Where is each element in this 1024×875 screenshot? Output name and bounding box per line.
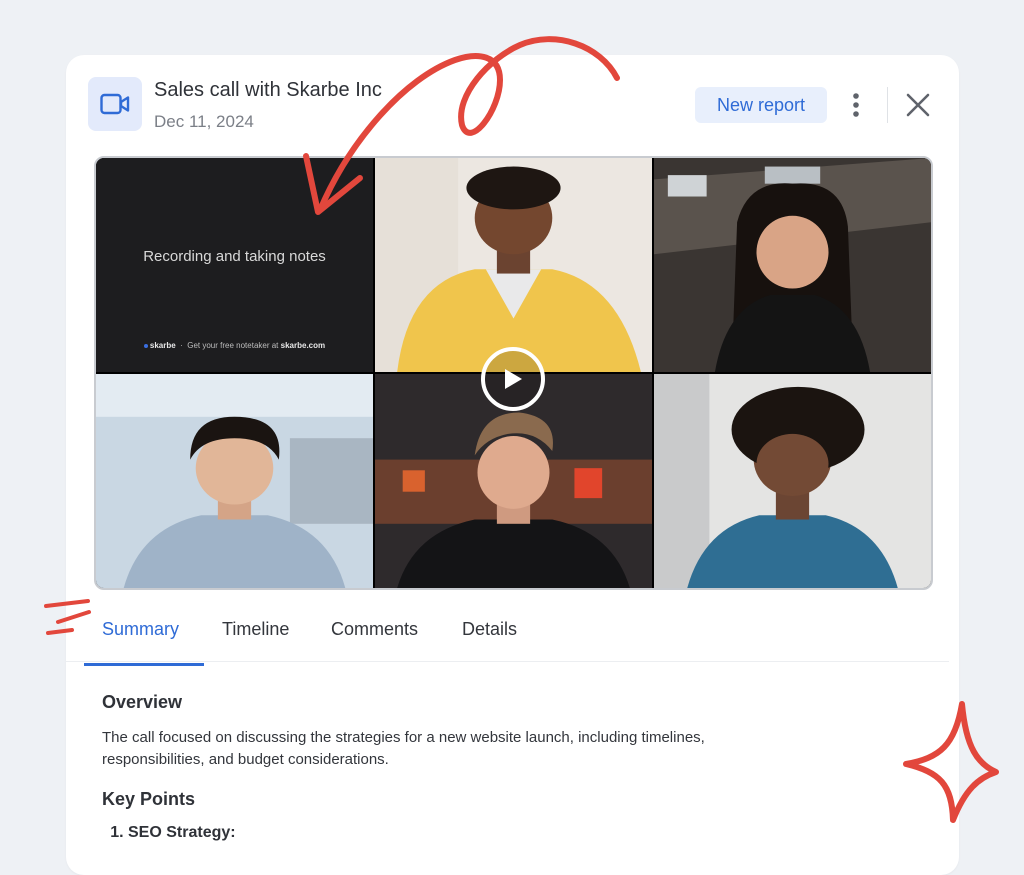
active-tab-indicator [84, 663, 204, 666]
video-tile-participant [375, 158, 652, 372]
video-player[interactable]: Recording and taking notes skarbe · Get … [94, 156, 933, 590]
slide-footer-site: skarbe.com [280, 341, 326, 350]
list-item: SEO Strategy: [128, 824, 802, 842]
video-tile-participant [96, 374, 373, 588]
new-report-button[interactable]: New report [695, 87, 827, 123]
tab-comments[interactable]: Comments [331, 619, 418, 640]
slide-text: Recording and taking notes [143, 248, 326, 265]
brand-dot-icon [143, 343, 148, 348]
key-points-heading: Key Points [102, 789, 196, 809]
summary-content: Overview The call focused on discussing … [102, 692, 802, 842]
video-tile-participant [654, 374, 931, 588]
key-points-list: SEO Strategy: [102, 824, 802, 842]
overview-heading: Overview [102, 692, 183, 712]
header-divider [887, 87, 888, 123]
meeting-date: Dec 11, 2024 [154, 112, 254, 131]
slide-footer: skarbe · Get your free notetaker at skar… [96, 341, 373, 350]
more-vertical-icon[interactable] [844, 90, 868, 120]
tab-divider [66, 661, 949, 662]
tab-summary[interactable]: Summary [102, 619, 179, 640]
video-tile-slide: Recording and taking notes skarbe · Get … [96, 158, 373, 372]
video-camera-icon [88, 77, 142, 131]
video-tile-participant [654, 158, 931, 372]
slide-brand: skarbe [149, 341, 176, 350]
overview-text: The call focused on discussing the strat… [102, 729, 705, 768]
card-header: Sales call with Skarbe Inc Dec 11, 2024 … [66, 55, 959, 155]
tab-details[interactable]: Details [462, 619, 517, 640]
page-title: Sales call with Skarbe Inc [154, 79, 382, 101]
slide-footer-text: Get your free notetaker at [187, 341, 279, 350]
tab-timeline[interactable]: Timeline [222, 619, 289, 640]
close-icon[interactable] [902, 89, 934, 121]
play-icon[interactable] [481, 347, 545, 411]
tab-bar: Summary Timeline Comments Details [84, 595, 544, 666]
